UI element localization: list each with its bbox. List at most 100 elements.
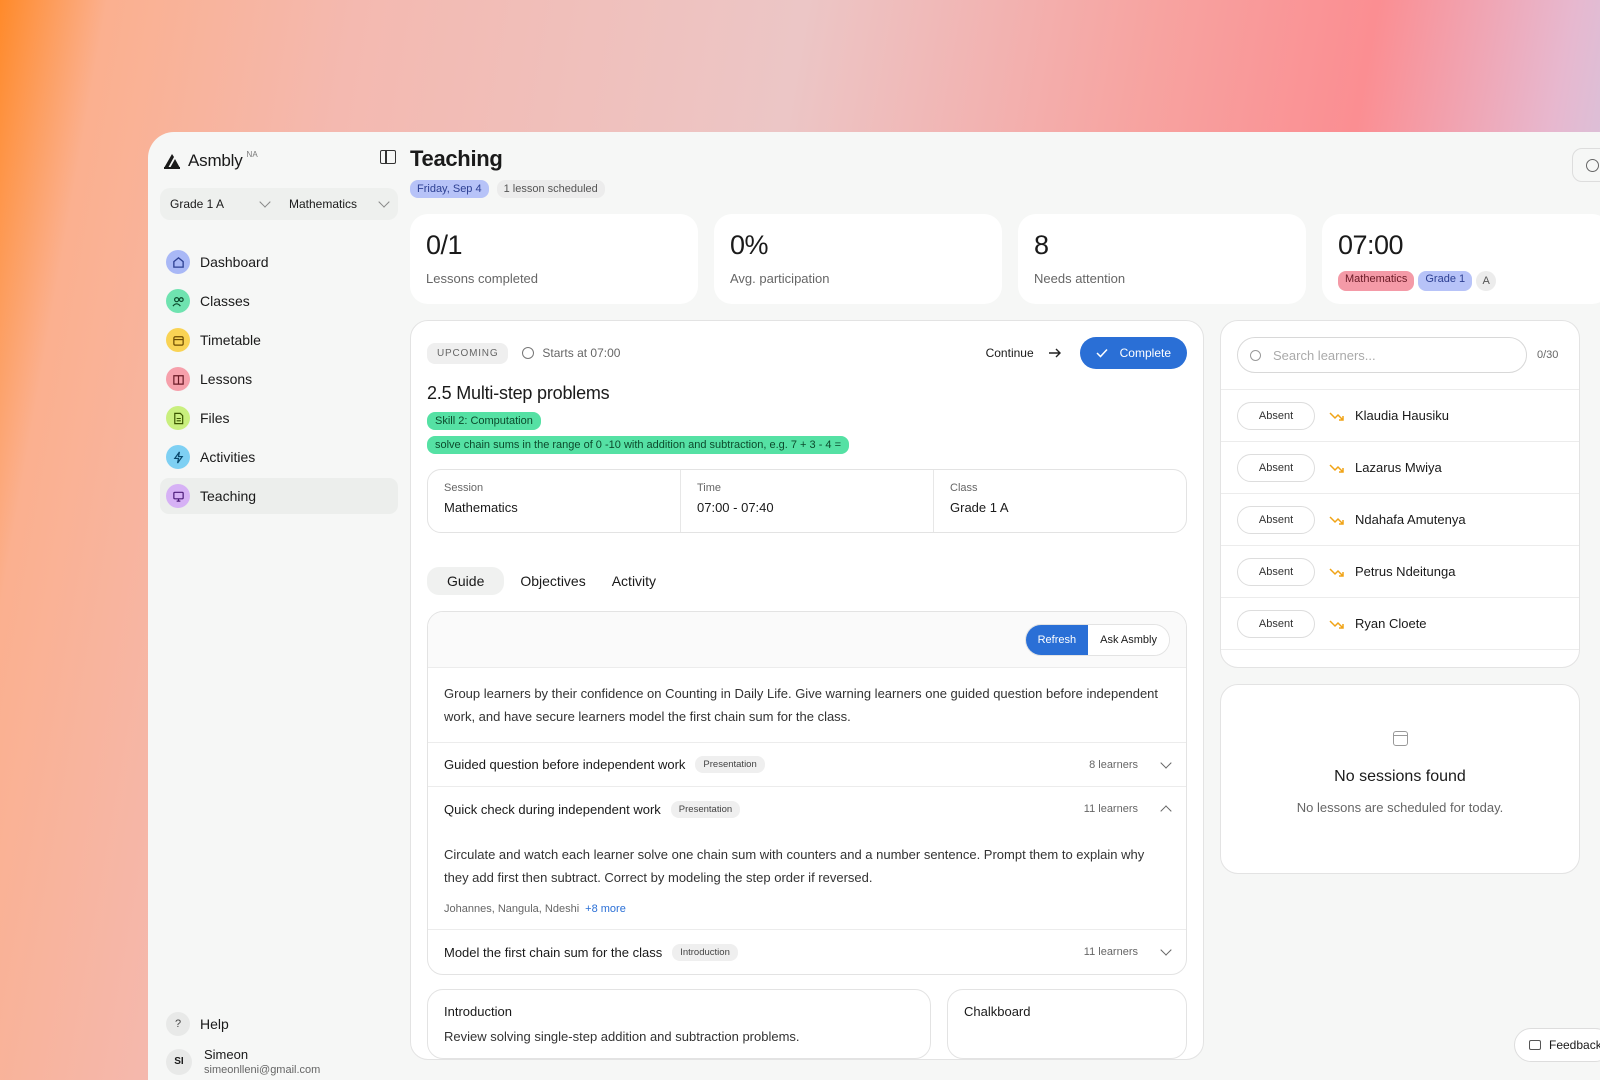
guide-item[interactable]: Model the first chain sum for the class … <box>428 930 1186 974</box>
guide-item-count: 8 learners <box>1089 758 1138 771</box>
sidebar-item-label: Activities <box>200 449 256 465</box>
stat-value: 07:00 <box>1338 230 1404 260</box>
attendance-button[interactable]: Absent <box>1237 505 1315 534</box>
learner-row[interactable]: Absent Ndahafa Amutenya <box>1221 494 1579 546</box>
stat-card: 8 Needs attention <box>1018 214 1306 304</box>
lesson-tabs: Guide Objectives Activity <box>427 567 1187 595</box>
section-title: Introduction <box>444 1004 512 1019</box>
trend-down-icon <box>1329 619 1344 629</box>
attendance-button[interactable]: Absent <box>1237 453 1315 482</box>
info-time: Time 07:00 - 07:40 <box>681 470 934 532</box>
learner-search-row: 0/30 <box>1221 321 1579 390</box>
guide-item-count: 11 learners <box>1083 803 1138 815</box>
presentation-icon <box>166 484 190 508</box>
refresh-button[interactable]: Refresh <box>1025 624 1089 655</box>
section-text: Review solving single-step addition and … <box>444 1029 800 1044</box>
message-icon <box>1529 1040 1541 1050</box>
complete-button[interactable]: Complete <box>1079 337 1187 369</box>
book-icon <box>166 367 190 391</box>
grade-select[interactable]: Grade 1 A <box>160 188 279 220</box>
chevron-down-icon[interactable] <box>1160 756 1172 769</box>
sidebar-item-classes[interactable]: Classes <box>160 283 398 319</box>
sidebar-item-teaching[interactable]: Teaching <box>160 478 398 514</box>
learner-name: Petrus Ndeitunga <box>1355 564 1456 579</box>
lesson-card: UPCOMING Starts at 07:00 Continue Comple… <box>410 320 1204 1060</box>
guide-item[interactable]: Guided question before independent work … <box>428 743 1186 787</box>
section-tag: A <box>1476 271 1497 291</box>
chalkboard-card[interactable]: Chalkboard <box>947 989 1187 1059</box>
attendance-button[interactable]: Absent <box>1237 401 1315 430</box>
avatar: SI <box>166 1048 192 1075</box>
guide-item[interactable]: Quick check during independent work Pres… <box>428 787 1186 831</box>
lesson-info: Session Mathematics Time 07:00 - 07:40 C… <box>427 469 1187 533</box>
learner-names: Johannes, Nangula, Ndeshi <box>444 903 580 915</box>
trend-down-icon <box>1329 567 1344 577</box>
sidebar-item-files[interactable]: Files <box>160 400 398 436</box>
clock-icon <box>522 347 535 359</box>
sidebar-item-timetable[interactable]: Timetable <box>160 322 398 358</box>
tab-activity[interactable]: Activity <box>602 567 666 595</box>
continue-button[interactable]: Continue <box>986 346 1062 360</box>
complete-label: Complete <box>1119 346 1171 360</box>
sidebar-item-label: Lessons <box>200 371 253 387</box>
asmbly-logo-icon <box>164 154 180 169</box>
stat-value: 0% <box>730 230 769 260</box>
learner-row[interactable]: Absent Petrus Ndeitunga <box>1221 546 1579 598</box>
help-icon: ? <box>166 1012 190 1036</box>
help-link[interactable]: ? Help <box>160 1009 398 1039</box>
page-subtitle-row: Friday, Sep 4 1 lesson scheduled <box>410 180 1600 198</box>
chevron-up-icon[interactable] <box>1160 805 1172 817</box>
attendance-button[interactable]: Absent <box>1237 557 1315 586</box>
calendar-icon <box>166 328 190 352</box>
sidebar-item-label: Files <box>200 410 230 426</box>
more-learners-link[interactable]: +8 more <box>585 903 626 915</box>
info-label: Time <box>697 482 722 494</box>
chevron-down-icon[interactable] <box>1160 944 1172 956</box>
history-button[interactable] <box>1572 148 1600 182</box>
right-panel: 0/30 Absent Klaudia Hausiku Absent Lazar… <box>1220 320 1580 1060</box>
feedback-button[interactable]: Feedback <box>1514 1028 1600 1062</box>
brand-name: Asmbly <box>188 151 243 170</box>
learner-row[interactable]: Absent Lazarus Mwiya <box>1221 442 1579 494</box>
sidebar-item-lessons[interactable]: Lessons <box>160 361 398 397</box>
clock-icon <box>1586 159 1599 172</box>
stat-card: 0/1 Lessons completed <box>410 214 698 304</box>
sidebar-item-activities[interactable]: Activities <box>160 439 398 475</box>
ask-asmbly-button[interactable]: Ask Asmbly <box>1088 624 1169 655</box>
learners-panel: 0/30 Absent Klaudia Hausiku Absent Lazar… <box>1220 320 1580 668</box>
sidebar-toggle-icon[interactable] <box>380 150 396 164</box>
user-profile[interactable]: SI Simeon simeonlleni@gmail.com <box>160 1039 398 1080</box>
tab-objectives[interactable]: Objectives <box>510 567 595 595</box>
lesson-sections: Introduction Review solving single-step … <box>427 989 1187 1059</box>
tab-guide[interactable]: Guide <box>427 567 505 595</box>
trend-down-icon <box>1329 463 1344 473</box>
sidebar-item-dashboard[interactable]: Dashboard <box>160 244 398 280</box>
next-lesson-card[interactable]: 07:00 Mathematics Grade 1 A <box>1322 214 1600 304</box>
guide-toolbar: Refresh Ask Asmbly <box>428 612 1186 668</box>
guide-item-tag: Presentation <box>695 756 765 773</box>
stat-label: Avg. participation <box>730 271 830 286</box>
brand-region: NA <box>246 149 258 159</box>
stats-row: 0/1 Lessons completed 0% Avg. participat… <box>410 214 1600 304</box>
brand[interactable]: Asmbly NA <box>160 148 398 174</box>
check-icon <box>1096 348 1108 358</box>
learner-row[interactable]: Absent Ryan Cloete <box>1221 598 1579 650</box>
attendance-button[interactable]: Absent <box>1237 609 1315 638</box>
stat-label: Lessons completed <box>426 271 539 286</box>
subject-select[interactable]: Mathematics <box>279 188 398 220</box>
info-value: Mathematics <box>444 500 518 515</box>
search-input[interactable] <box>1273 347 1503 363</box>
info-class: Class Grade 1 A <box>934 470 1186 532</box>
guide-item-details: Circulate and watch each learner solve o… <box>428 831 1186 930</box>
app-window: Asmbly NA Grade 1 A Mathematics Dashboar… <box>148 132 1600 1080</box>
trend-down-icon <box>1329 515 1344 525</box>
sidebar-item-label: Classes <box>200 293 250 309</box>
lesson-actions: Continue Complete <box>986 337 1187 369</box>
info-value: Grade 1 A <box>950 500 1009 515</box>
chevron-down-icon <box>259 196 271 208</box>
bolt-icon <box>166 445 190 469</box>
search-box[interactable] <box>1237 337 1527 373</box>
stat-value: 0/1 <box>426 230 463 260</box>
empty-state-subtitle: No lessons are scheduled for today. <box>1296 800 1504 815</box>
learner-row[interactable]: Absent Klaudia Hausiku <box>1221 390 1579 442</box>
